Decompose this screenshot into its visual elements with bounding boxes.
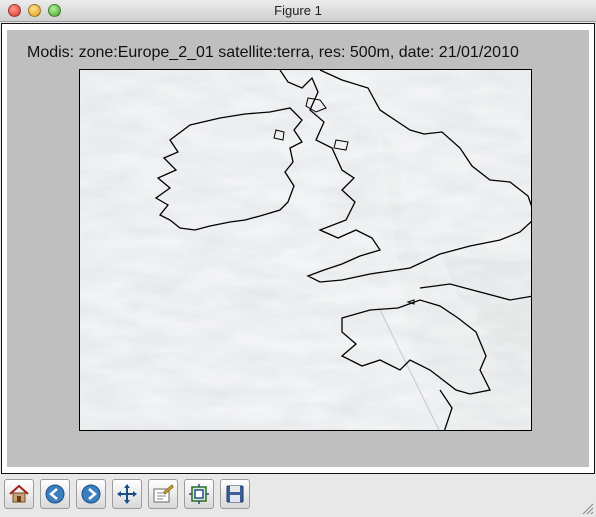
subplots-icon	[153, 484, 174, 503]
zoom-rect-icon	[189, 484, 209, 504]
save-floppy-icon	[226, 485, 244, 503]
resize-grip-icon[interactable]	[580, 501, 594, 515]
home-icon	[9, 484, 29, 503]
home-button[interactable]	[4, 479, 34, 509]
window-title: Figure 1	[274, 3, 322, 18]
back-button[interactable]	[40, 479, 70, 509]
satellite-image	[80, 70, 531, 430]
navigation-toolbar	[0, 476, 596, 517]
back-arrow-icon	[45, 484, 65, 504]
window-titlebar[interactable]: Figure 1	[0, 0, 596, 22]
configure-subplots-button[interactable]	[148, 479, 178, 509]
pan-button[interactable]	[112, 479, 142, 509]
zoom-to-rect-button[interactable]	[184, 479, 214, 509]
plot-title: Modis: zone:Europe_2_01 satellite:terra,…	[27, 44, 519, 61]
forward-button[interactable]	[76, 479, 106, 509]
pan-move-icon	[117, 484, 137, 504]
satellite-image-axes[interactable]	[79, 69, 532, 431]
save-button[interactable]	[220, 479, 250, 509]
forward-arrow-icon	[81, 484, 101, 504]
